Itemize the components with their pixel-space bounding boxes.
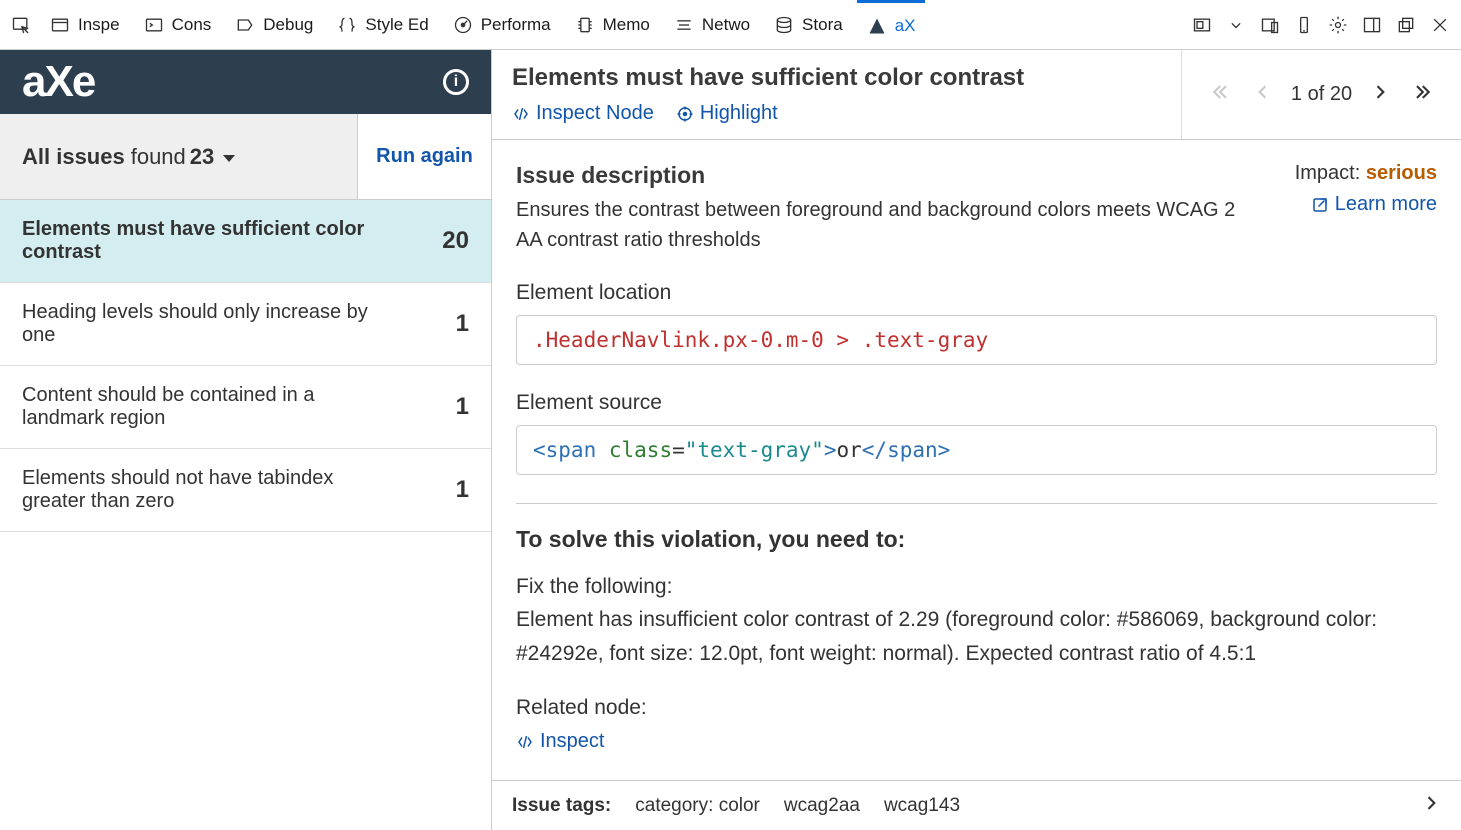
impact-label: Impact: [1295,162,1361,184]
learn-more-label: Learn more [1335,193,1437,216]
all-issues-filter[interactable]: All issues found 23 [0,114,357,199]
impact-line: Impact: serious [1295,162,1437,185]
picker-icon[interactable] [6,10,36,40]
highlight-label: Highlight [700,102,778,125]
pager-last[interactable] [1408,78,1436,112]
popout-icon[interactable] [1391,10,1421,40]
tab-debugger[interactable]: Debug [225,0,323,49]
pager-text: 1 of 20 [1291,83,1352,106]
tab-label: Performa [481,15,551,35]
element-source-heading: Element source [516,391,1437,415]
inspect-node-label: Inspect Node [536,102,654,125]
tab-label: aX [895,16,916,36]
tab-inspector[interactable]: Inspe [40,0,130,49]
all-issues-found: found [131,144,186,170]
issue-count: 20 [442,227,469,255]
element-source-code[interactable]: <span class="text-gray">or</span> [516,425,1437,475]
devtools-tabbar: Inspe Cons Debug Style Ed Performa Memo … [0,0,1461,50]
issue-count: 1 [456,476,469,504]
fix-text: Element has insufficient color contrast … [516,603,1437,670]
tab-label: Memo [603,15,650,35]
tags-label: Issue tags: [512,795,611,817]
issue-description-text: Ensures the contrast between foreground … [516,195,1246,255]
issue-count: 1 [456,393,469,421]
issue-detail: Elements must have sufficient color cont… [492,50,1461,830]
issue-tags-bar: Issue tags: category: color wcag2aa wcag… [492,780,1461,830]
tag: wcag2aa [784,795,860,817]
pager-prev[interactable] [1249,78,1277,112]
tab-memory[interactable]: Memo [565,0,660,49]
issue-count: 1 [456,310,469,338]
caret-down-icon [222,144,236,170]
issue-item[interactable]: Content should be contained in a landmar… [0,366,491,449]
tag: category: color [635,795,760,817]
pager-first[interactable] [1207,78,1235,112]
all-issues-count: 23 [190,144,214,170]
device-icon[interactable] [1289,10,1319,40]
tag: wcag143 [884,795,960,817]
issue-description-heading: Issue description [516,162,1246,189]
element-location-code[interactable]: .HeaderNavlink.px-0.m-0 > .text-gray [516,315,1437,365]
tab-style-editor[interactable]: Style Ed [327,0,438,49]
solve-heading: To solve this violation, you need to: [516,526,1437,553]
inspect-node-link[interactable]: Inspect Node [512,102,654,125]
settings-icon[interactable] [1323,10,1353,40]
info-icon[interactable]: i [443,69,469,95]
iframe-picker-icon[interactable] [1187,10,1217,40]
detail-title: Elements must have sufficient color cont… [512,64,1161,92]
issue-pager: 1 of 20 [1181,50,1461,139]
element-location-heading: Element location [516,281,1437,305]
tab-label: Cons [172,15,212,35]
tab-axe[interactable]: aX [857,0,926,49]
related-inspect-link[interactable]: Inspect [516,730,604,753]
fix-heading: Fix the following: [516,575,1437,599]
tab-storage[interactable]: Stora [764,0,853,49]
tab-performance[interactable]: Performa [443,0,561,49]
tab-console[interactable]: Cons [134,0,222,49]
axe-sidebar: aXe i All issues found 23 Run again Elem… [0,50,492,830]
axe-header: aXe i [0,50,491,114]
related-node-heading: Related node: [516,696,1437,720]
divider [516,503,1437,504]
impact-value: serious [1366,162,1437,184]
tab-label: Inspe [78,15,120,35]
tags-expand-icon[interactable] [1421,793,1441,819]
issue-label: Content should be contained in a landmar… [22,384,402,430]
close-icon[interactable] [1425,10,1455,40]
pager-next[interactable] [1366,78,1394,112]
tab-network[interactable]: Netwo [664,0,760,49]
element-location-value: .HeaderNavlink.px-0.m-0 > .text-gray [533,328,988,352]
run-again-label: Run again [376,145,473,168]
run-again-button[interactable]: Run again [357,114,491,199]
responsive-icon[interactable] [1255,10,1285,40]
issue-item[interactable]: Elements should not have tabindex greate… [0,449,491,532]
tab-label: Netwo [702,15,750,35]
issue-item[interactable]: Elements must have sufficient color cont… [0,200,491,283]
issue-label: Elements should not have tabindex greate… [22,467,402,513]
issue-label: Elements must have sufficient color cont… [22,218,402,264]
all-issues-label: All issues [22,144,125,170]
issue-item[interactable]: Heading levels should only increase by o… [0,283,491,366]
tab-label: Style Ed [365,15,428,35]
chevron-down-icon[interactable] [1221,10,1251,40]
axe-logo: aXe [22,57,94,107]
dock-side-icon[interactable] [1357,10,1387,40]
related-inspect-label: Inspect [540,730,604,753]
tab-label: Stora [802,15,843,35]
tab-label: Debug [263,15,313,35]
issue-list: Elements must have sufficient color cont… [0,200,491,830]
highlight-link[interactable]: Highlight [676,102,778,125]
learn-more-link[interactable]: Learn more [1311,193,1437,216]
issue-label: Heading levels should only increase by o… [22,301,402,347]
